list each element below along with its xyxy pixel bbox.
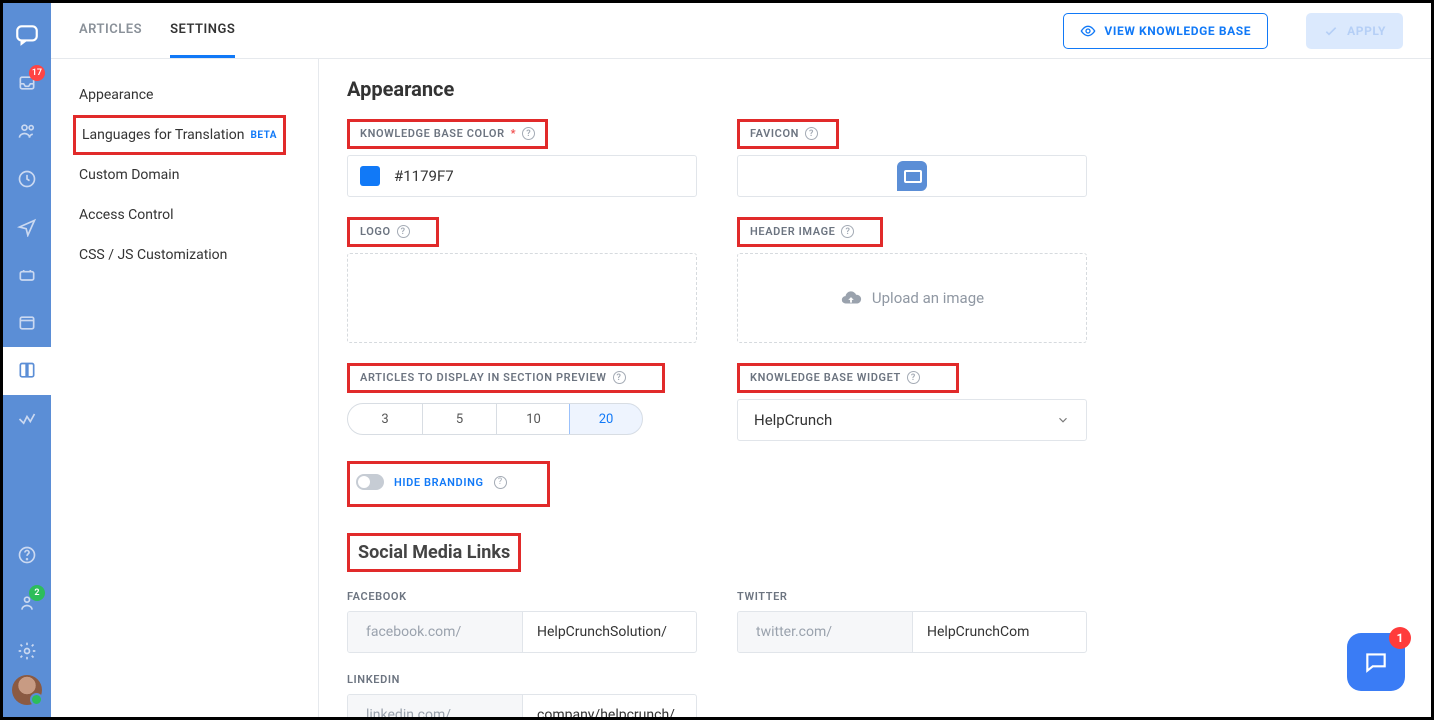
view-kb-label: VIEW KNOWLEDGE BASE bbox=[1104, 24, 1251, 38]
apply-button: APPLY bbox=[1306, 13, 1403, 49]
sidebar-label: Custom Domain bbox=[79, 167, 179, 183]
articles-preview-label: ARTICLES TO DISPLAY IN SECTION PREVIEW ? bbox=[360, 371, 626, 384]
seg-5[interactable]: 5 bbox=[422, 404, 496, 434]
logo-upload[interactable] bbox=[347, 253, 697, 343]
sidebar-item-access[interactable]: Access Control bbox=[51, 195, 318, 235]
twitter-input[interactable]: twitter.com/ HelpCrunchCom bbox=[737, 611, 1087, 653]
team-badge: 2 bbox=[29, 585, 45, 601]
seg-20[interactable]: 20 bbox=[569, 403, 643, 435]
analytics-nav[interactable] bbox=[3, 395, 51, 443]
kb-widget-value: HelpCrunch bbox=[754, 411, 832, 429]
color-swatch bbox=[360, 166, 380, 186]
linkedin-value: company/helpcrunch/ bbox=[523, 695, 696, 717]
favicon-preview[interactable] bbox=[737, 155, 1087, 197]
help-icon[interactable]: ? bbox=[494, 476, 507, 489]
content-area: Appearance KNOWLEDGE BASE COLOR * ? bbox=[319, 59, 1431, 717]
inbox-badge: 17 bbox=[29, 65, 45, 81]
inbox-nav[interactable]: 17 bbox=[3, 59, 51, 107]
help-icon[interactable]: ? bbox=[522, 127, 535, 140]
eye-icon bbox=[1080, 23, 1096, 39]
tab-articles[interactable]: ARTICLES bbox=[79, 4, 142, 58]
hide-branding-label: HIDE BRANDING bbox=[394, 476, 484, 489]
seg-3[interactable]: 3 bbox=[348, 404, 422, 434]
page-title: Appearance bbox=[347, 77, 1403, 101]
favicon-label: FAVICON ? bbox=[750, 127, 818, 140]
sidebar-label: Languages for Translation bbox=[82, 127, 244, 143]
help-icon[interactable]: ? bbox=[397, 225, 410, 238]
chevron-down-icon bbox=[1056, 413, 1070, 427]
view-kb-button[interactable]: VIEW KNOWLEDGE BASE bbox=[1063, 13, 1268, 49]
social-media-title: Social Media Links bbox=[347, 533, 521, 572]
nav-rail: 17 2 bbox=[3, 3, 51, 717]
beta-badge: BETA bbox=[250, 130, 277, 141]
kb-widget-select[interactable]: HelpCrunch bbox=[737, 399, 1087, 441]
topbar: ARTICLES SETTINGS VIEW KNOWLEDGE BASE AP… bbox=[51, 3, 1431, 59]
kb-widget-label: KNOWLEDGE BASE WIDGET ? bbox=[750, 371, 920, 384]
favicon-image bbox=[897, 161, 927, 191]
sidebar-label: CSS / JS Customization bbox=[79, 247, 227, 263]
sidebar-item-domain[interactable]: Custom Domain bbox=[51, 155, 318, 195]
bot-nav[interactable] bbox=[3, 251, 51, 299]
sidebar-item-appearance[interactable]: Appearance bbox=[51, 75, 318, 115]
seg-10[interactable]: 10 bbox=[496, 404, 570, 434]
widget-nav[interactable] bbox=[3, 299, 51, 347]
linkedin-input[interactable]: linkedin.com/ company/helpcrunch/ bbox=[347, 694, 697, 717]
knowledgebase-nav[interactable] bbox=[3, 347, 51, 395]
app-logo[interactable] bbox=[3, 11, 51, 59]
facebook-value: HelpCrunchSolution/ bbox=[523, 612, 696, 652]
facebook-label: FACEBOOK bbox=[347, 590, 697, 603]
settings-sidebar: Appearance Languages for Translation BET… bbox=[51, 59, 319, 717]
settings-nav[interactable] bbox=[3, 627, 51, 675]
upload-text: Upload an image bbox=[872, 289, 984, 307]
chat-launcher[interactable]: 1 bbox=[1347, 633, 1405, 691]
header-image-upload[interactable]: Upload an image bbox=[737, 253, 1087, 343]
sidebar-item-languages[interactable]: Languages for Translation BETA bbox=[51, 115, 318, 155]
chat-icon bbox=[1363, 649, 1389, 675]
help-nav[interactable] bbox=[3, 531, 51, 579]
twitter-label: TWITTER bbox=[737, 590, 1087, 603]
twitter-value: HelpCrunchCom bbox=[913, 612, 1086, 652]
linkedin-label: LINKEDIN bbox=[347, 673, 697, 686]
sidebar-label: Access Control bbox=[79, 207, 174, 223]
facebook-prefix: facebook.com/ bbox=[348, 612, 523, 652]
chat-badge: 1 bbox=[1389, 627, 1411, 649]
cloud-upload-icon bbox=[840, 287, 862, 309]
kb-color-value: #1179F7 bbox=[394, 167, 454, 185]
help-icon[interactable]: ? bbox=[841, 225, 854, 238]
send-nav[interactable] bbox=[3, 203, 51, 251]
tab-settings[interactable]: SETTINGS bbox=[170, 4, 235, 58]
kb-color-label: KNOWLEDGE BASE COLOR * ? bbox=[360, 127, 535, 140]
help-icon[interactable]: ? bbox=[805, 127, 818, 140]
team-nav[interactable]: 2 bbox=[3, 579, 51, 627]
user-avatar[interactable] bbox=[12, 675, 42, 705]
sidebar-item-cssjs[interactable]: CSS / JS Customization bbox=[51, 235, 318, 275]
contacts-nav[interactable] bbox=[3, 107, 51, 155]
header-image-label: HEADER IMAGE ? bbox=[750, 225, 854, 238]
kb-color-input[interactable]: #1179F7 bbox=[347, 155, 697, 197]
check-icon bbox=[1323, 23, 1339, 39]
hide-branding-toggle[interactable] bbox=[356, 474, 384, 490]
twitter-prefix: twitter.com/ bbox=[738, 612, 913, 652]
facebook-input[interactable]: facebook.com/ HelpCrunchSolution/ bbox=[347, 611, 697, 653]
apply-label: APPLY bbox=[1347, 24, 1386, 38]
help-icon[interactable]: ? bbox=[613, 371, 626, 384]
history-nav[interactable] bbox=[3, 155, 51, 203]
articles-preview-segmented: 3 5 10 20 bbox=[347, 403, 643, 435]
sidebar-label: Appearance bbox=[79, 87, 153, 103]
linkedin-prefix: linkedin.com/ bbox=[348, 695, 523, 717]
help-icon[interactable]: ? bbox=[907, 371, 920, 384]
logo-label: LOGO ? bbox=[360, 225, 410, 238]
